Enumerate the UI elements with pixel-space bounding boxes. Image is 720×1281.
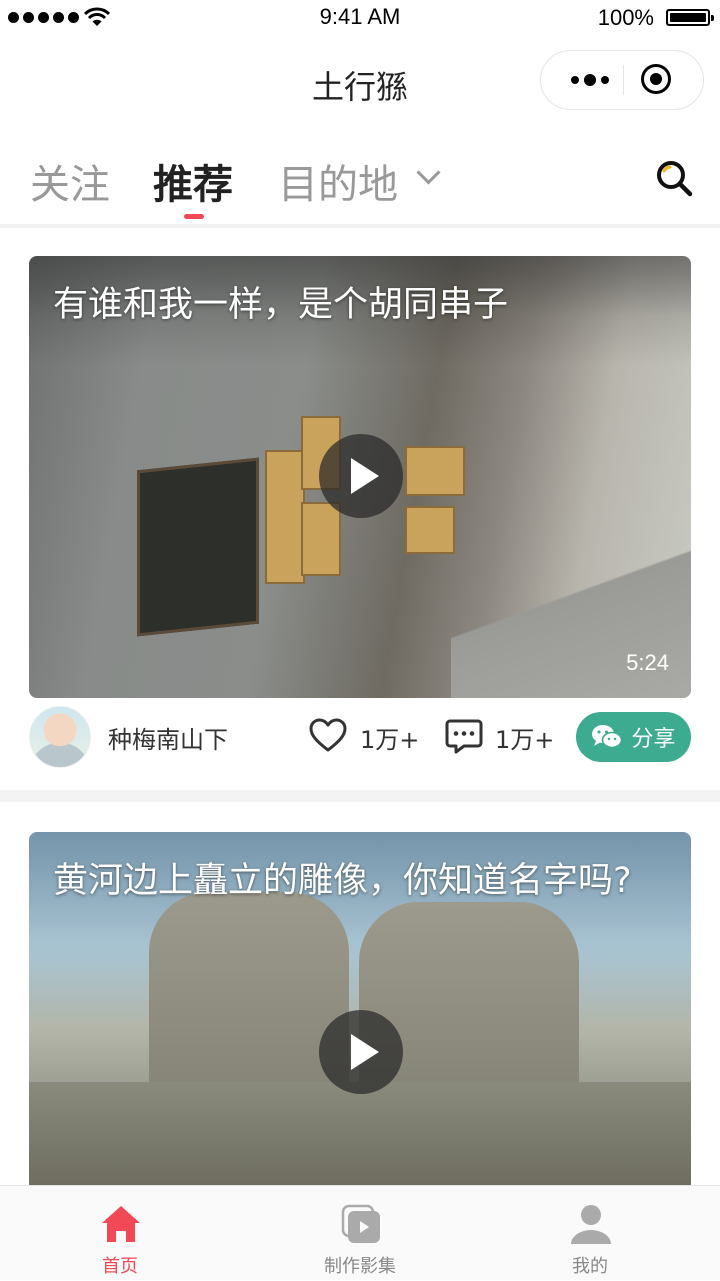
more-icon[interactable] — [557, 51, 623, 109]
like-count: 1万+ — [360, 726, 420, 754]
tabbar-item-mine[interactable]: 我的 — [470, 1186, 710, 1281]
album-icon — [341, 1204, 380, 1243]
plaque-graphic — [405, 506, 455, 554]
chalkboard-graphic — [137, 457, 259, 637]
tab-follow[interactable]: 关注 — [30, 152, 110, 210]
video-thumbnail[interactable]: 有谁和我一样，是个胡同串子 5:24 — [29, 256, 691, 698]
play-icon[interactable] — [319, 1010, 403, 1094]
base-graphic — [29, 1082, 691, 1192]
nav-bar: 土行猻 — [0, 36, 720, 126]
play-icon[interactable] — [319, 434, 403, 518]
video-title: 黄河边上矗立的雕像，你知道名字吗? — [53, 861, 632, 901]
comment-count: 1万+ — [495, 726, 555, 754]
tabbar-label: 首页 — [102, 1256, 138, 1277]
battery-percentage: 100% — [597, 5, 654, 30]
video-thumbnail[interactable]: 黄河边上矗立的雕像，你知道名字吗? — [29, 832, 691, 1192]
battery-icon — [666, 9, 714, 26]
card-divider — [0, 790, 720, 802]
close-target-icon[interactable] — [641, 64, 671, 94]
status-bar: 9:41 AM 100% — [0, 0, 720, 36]
tabbar-item-home[interactable]: 首页 — [0, 1186, 240, 1281]
video-card: 有谁和我一样，是个胡同串子 5:24 种梅南山下 1万+ 1万+ 分享 — [0, 228, 720, 790]
chevron-down-icon[interactable] — [416, 160, 441, 185]
tabbar-item-album[interactable]: 制作影集 — [240, 1186, 480, 1281]
share-button[interactable]: 分享 — [576, 712, 691, 762]
author-name[interactable]: 种梅南山下 — [108, 720, 228, 755]
plaque-graphic — [301, 502, 341, 576]
video-card: 黄河边上矗立的雕像，你知道名字吗? — [0, 802, 720, 1192]
video-title: 有谁和我一样，是个胡同串子 — [53, 285, 509, 325]
tabbar-label: 我的 — [572, 1256, 608, 1277]
tab-destination[interactable]: 目的地 — [278, 152, 398, 210]
comment-icon[interactable] — [444, 716, 484, 756]
user-icon — [571, 1205, 611, 1244]
plaque-graphic — [405, 446, 465, 496]
search-icon[interactable] — [654, 158, 694, 198]
heart-icon[interactable] — [308, 716, 348, 756]
video-duration: 5:24 — [626, 650, 669, 675]
bottom-tab-bar: 首页 制作影集 我的 — [0, 1185, 720, 1280]
plaque-graphic — [265, 450, 305, 584]
active-tab-indicator — [184, 214, 204, 219]
avatar[interactable] — [29, 706, 91, 768]
share-label: 分享 — [631, 727, 676, 752]
top-tabs: 关注 推荐 目的地 — [0, 126, 720, 228]
home-icon — [102, 1206, 140, 1242]
tabbar-label: 制作影集 — [324, 1256, 396, 1277]
video-meta-row: 种梅南山下 1万+ 1万+ 分享 — [0, 706, 720, 786]
wechat-icon — [592, 725, 623, 749]
mini-program-capsule — [540, 50, 704, 110]
tab-recommend[interactable]: 推荐 — [153, 152, 233, 210]
capsule-divider — [623, 65, 624, 95]
